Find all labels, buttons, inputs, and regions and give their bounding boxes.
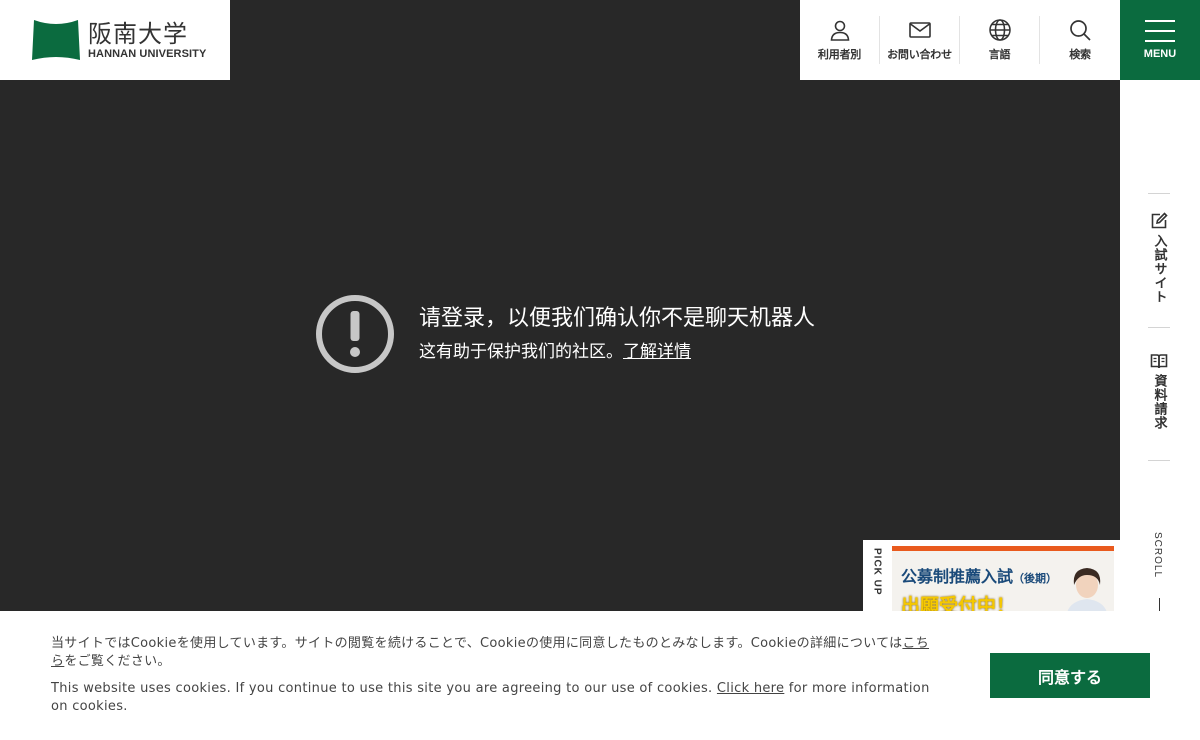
pickup-label-text: PICK UP	[871, 548, 883, 596]
student-photo	[1067, 568, 1107, 612]
search-icon	[1070, 20, 1091, 41]
agree-button[interactable]: 同意する	[990, 653, 1150, 698]
nav-item-language[interactable]: 言語	[960, 16, 1040, 64]
cookie-notice-en: This website uses cookies. If you contin…	[51, 680, 941, 716]
banner-subtitle: 出願受付中！	[901, 595, 1016, 612]
nav-label: 言語	[988, 48, 1011, 61]
login-prompt: 请登录，以便我们确认你不是聊天机器人 这有助于保护我们的社区。了解详情	[315, 294, 815, 374]
logo-name-jp: 阪南大学	[88, 19, 188, 48]
login-prompt-title: 请登录，以便我们确认你不是聊天机器人	[419, 306, 816, 331]
globe-icon	[988, 19, 1011, 41]
sidebar-link-brochure[interactable]: 資料請求	[1148, 352, 1170, 430]
nav-label: 検索	[1069, 48, 1091, 61]
sidebar-divider	[1148, 327, 1170, 328]
cookie-consent-bar: 当サイトではCookieを使用しています。サイトの閲覧を続けることで、Cooki…	[0, 611, 1200, 740]
pickup-label: PICK UP	[863, 540, 891, 604]
exclamation-icon	[316, 295, 394, 373]
banner-title: 公募制推薦入試（後期）	[901, 563, 1057, 587]
sidebar-link-label: 入試サイト	[1151, 234, 1167, 304]
nav-item-search[interactable]: 検索	[1040, 16, 1120, 64]
cookie-jp-text: 当サイトではCookieを使用しています。サイトの閲覧を続けることで、Cooki…	[51, 636, 903, 651]
site-logo[interactable]: 阪南大学 HANNAN UNIVERSITY	[0, 0, 230, 80]
sidebar-divider	[1148, 193, 1170, 194]
pickup-banner[interactable]: 公募制推薦入試（後期） 出願受付中！	[892, 546, 1114, 612]
login-prompt-text: 请登录，以便我们确认你不是聊天机器人 这有助于保护我们的社区。了解详情	[419, 304, 815, 364]
logo-name-en: HANNAN UNIVERSITY	[88, 47, 207, 60]
menu-label: MENU	[1143, 48, 1177, 60]
nav-item-user-type[interactable]: 利用者別	[800, 16, 880, 64]
nav-label: お問い合わせ	[887, 48, 952, 61]
cookie-en-link[interactable]: Click here	[717, 681, 784, 696]
logo-mark-icon	[32, 20, 80, 60]
cookie-notice-jp: 当サイトではCookieを使用しています。サイトの閲覧を続けることで、Cooki…	[51, 635, 941, 671]
sidebar-divider	[1148, 460, 1170, 461]
banner-title-text: 公募制推薦入試	[901, 567, 1014, 586]
header-nav: 利用者別 お問い合わせ 言語 検索	[800, 0, 1120, 80]
mail-icon	[908, 22, 931, 38]
login-prompt-description: 这有助于保护我们的社区。	[419, 342, 623, 362]
cookie-en-text: This website uses cookies. If you contin…	[51, 681, 717, 696]
scroll-label: SCROLL	[1152, 532, 1163, 579]
nav-label: 利用者別	[817, 48, 862, 61]
menu-button[interactable]: MENU	[1120, 0, 1200, 80]
sidebar-link-admissions[interactable]: 入試サイト	[1148, 212, 1170, 304]
hamburger-icon	[1145, 20, 1175, 42]
logo-text: 阪南大学 HANNAN UNIVERSITY	[88, 20, 206, 61]
pickup-section: PICK UP 公募制推薦入試（後期） 出願受付中！	[863, 540, 1120, 612]
cookie-jp-tail: をご覧ください。	[64, 654, 171, 669]
nav-item-contact[interactable]: お問い合わせ	[880, 16, 960, 64]
book-icon	[1150, 354, 1168, 369]
learn-more-link[interactable]: 了解详情	[623, 342, 691, 362]
sidebar-link-label: 資料請求	[1151, 374, 1167, 430]
edit-icon	[1151, 212, 1168, 229]
person-icon	[830, 20, 849, 41]
banner-title-small: （後期）	[1013, 572, 1058, 585]
login-prompt-subtitle: 这有助于保护我们的社区。了解详情	[419, 340, 815, 364]
